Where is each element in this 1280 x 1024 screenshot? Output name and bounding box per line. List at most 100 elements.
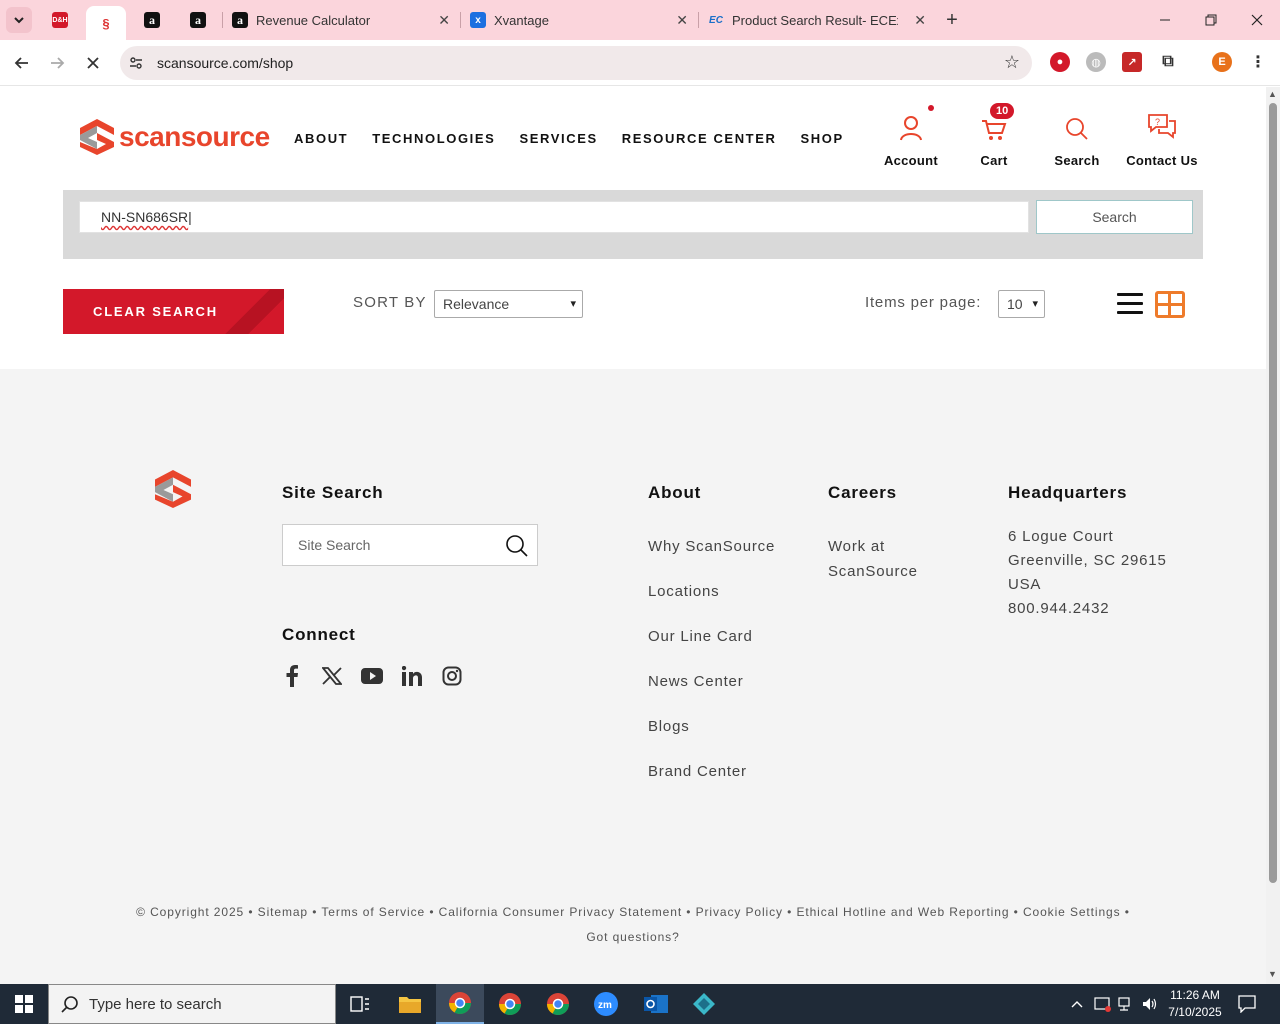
scroll-down-icon[interactable]: ▼ bbox=[1268, 969, 1277, 979]
facebook-icon[interactable] bbox=[281, 665, 303, 687]
connect-heading: Connect bbox=[282, 625, 356, 644]
link-locations[interactable]: Locations bbox=[648, 579, 719, 604]
stop-loading-icon[interactable] bbox=[80, 50, 106, 76]
link-line-card[interactable]: Our Line Card bbox=[648, 624, 753, 649]
svg-text:?: ? bbox=[1155, 117, 1160, 127]
link-blogs[interactable]: Blogs bbox=[648, 714, 690, 739]
chrome-taskbar-icon[interactable] bbox=[436, 984, 484, 1024]
hq-city: Greenville, SC 29615 bbox=[1008, 552, 1167, 569]
pinned-tab-1[interactable]: D&H bbox=[40, 6, 80, 34]
taskbar-clock[interactable]: 11:26 AM 7/10/2025 bbox=[1160, 987, 1230, 1021]
contact-link[interactable]: ? Contact Us bbox=[1122, 105, 1202, 168]
taskbar-search-input[interactable]: Type here to search bbox=[48, 984, 336, 1024]
minimize-icon[interactable] bbox=[1142, 0, 1188, 40]
scroll-up-icon[interactable]: ▲ bbox=[1268, 89, 1277, 99]
hq-country: USA bbox=[1008, 576, 1042, 593]
browser-toolbar: scansource.com/shop ☆ ● ◍ ↗ ⧉ E ⋮ bbox=[0, 40, 1280, 86]
pinned-tab-amazon-2[interactable]: a bbox=[178, 6, 218, 34]
close-icon[interactable]: ✕ bbox=[914, 12, 926, 29]
scansource-favicon-icon: § bbox=[102, 15, 110, 31]
notifications-icon[interactable] bbox=[1238, 984, 1256, 1024]
new-tab-plus-icon[interactable]: + bbox=[940, 8, 964, 32]
linkedin-icon[interactable] bbox=[401, 665, 423, 687]
chrome-profile-3-icon[interactable] bbox=[534, 984, 582, 1024]
cart-link[interactable]: 10 Cart bbox=[972, 103, 1016, 168]
sort-by-select[interactable]: Relevance ▾ bbox=[434, 290, 583, 318]
amazon-favicon-icon: a bbox=[190, 12, 206, 28]
window-close-icon[interactable] bbox=[1234, 0, 1280, 40]
got-questions-link[interactable]: Got questions? bbox=[0, 930, 1266, 944]
extension-red-icon[interactable]: ● bbox=[1050, 52, 1070, 72]
nav-technologies[interactable]: TECHNOLOGIES bbox=[372, 131, 495, 146]
tab-search-button[interactable] bbox=[6, 7, 32, 33]
extension-pdf-icon[interactable]: ↗ bbox=[1122, 52, 1142, 72]
amazon-favicon-icon: a bbox=[232, 12, 248, 28]
nav-services[interactable]: SERVICES bbox=[519, 131, 597, 146]
tray-chevron-up-icon[interactable] bbox=[1070, 984, 1084, 1024]
site-search-heading: Site Search bbox=[282, 483, 384, 502]
bookmark-star-icon[interactable]: ☆ bbox=[1004, 52, 1020, 73]
instagram-icon[interactable] bbox=[441, 665, 463, 687]
list-view-icon[interactable] bbox=[1117, 293, 1145, 317]
items-per-page-value: 10 bbox=[1007, 296, 1023, 312]
search-icon[interactable] bbox=[505, 534, 529, 558]
profile-avatar[interactable]: E bbox=[1212, 52, 1232, 72]
youtube-icon[interactable] bbox=[361, 665, 383, 687]
security-tray-icon[interactable] bbox=[1094, 984, 1112, 1024]
volume-icon[interactable] bbox=[1142, 984, 1158, 1024]
windows-start-icon[interactable] bbox=[0, 984, 48, 1024]
zoom-app-icon[interactable]: zm bbox=[582, 984, 630, 1024]
browser-menu-icon[interactable]: ⋮ bbox=[1248, 52, 1268, 72]
items-per-page-select[interactable]: 10 ▾ bbox=[998, 290, 1045, 318]
product-search-input[interactable]: NN-SN686SR| bbox=[79, 201, 1029, 233]
page-scrollbar[interactable]: ▲ ▼ bbox=[1266, 87, 1280, 984]
forward-arrow-icon[interactable] bbox=[44, 50, 70, 76]
nav-about[interactable]: ABOUT bbox=[294, 131, 348, 146]
app-diamond-icon[interactable] bbox=[680, 984, 728, 1024]
link-brand-center[interactable]: Brand Center bbox=[648, 759, 747, 784]
extension-globe-icon[interactable]: ◍ bbox=[1086, 52, 1106, 72]
tab-xvantage[interactable]: x Xvantage ✕ bbox=[460, 6, 696, 34]
restore-icon[interactable] bbox=[1188, 0, 1234, 40]
scansource-footer-logo-icon[interactable] bbox=[155, 469, 191, 509]
legal-links[interactable]: © Copyright 2025 • Sitemap • Terms of Se… bbox=[0, 905, 1266, 919]
search-link[interactable]: Search bbox=[1050, 105, 1104, 168]
close-icon[interactable]: ✕ bbox=[676, 12, 688, 29]
outlook-app-icon[interactable] bbox=[632, 984, 680, 1024]
task-view-icon[interactable] bbox=[336, 984, 384, 1024]
pinned-tab-amazon-1[interactable]: a bbox=[132, 6, 172, 34]
address-bar[interactable]: scansource.com/shop ☆ bbox=[120, 46, 1032, 80]
scroll-thumb[interactable] bbox=[1269, 103, 1277, 883]
file-explorer-icon[interactable] bbox=[386, 984, 434, 1024]
link-work-at-scansource-text[interactable]: Work at ScanSource bbox=[828, 534, 938, 584]
scansource-logo-icon bbox=[80, 119, 114, 155]
chrome-profile-2-icon[interactable] bbox=[486, 984, 534, 1024]
windows-taskbar: Type here to search zm 11:26 AM 7/10/202… bbox=[0, 984, 1280, 1024]
tab-product-search[interactable]: EC Product Search Result- ECExpress ✕ bbox=[698, 6, 934, 34]
site-search-input[interactable]: Site Search bbox=[282, 524, 538, 566]
nav-shop[interactable]: SHOP bbox=[801, 131, 844, 146]
scansource-logo[interactable]: scansource bbox=[80, 119, 270, 155]
clear-search-button[interactable]: CLEAR SEARCH bbox=[63, 289, 284, 334]
hq-street: 6 Logue Court bbox=[1008, 528, 1114, 545]
nav-resource-center[interactable]: RESOURCE CENTER bbox=[622, 131, 777, 146]
link-news-center[interactable]: News Center bbox=[648, 669, 744, 694]
chevron-down-icon: ▾ bbox=[570, 298, 576, 310]
back-arrow-icon[interactable] bbox=[9, 50, 35, 76]
hq-phone[interactable]: 800.944.2432 bbox=[1008, 596, 1109, 621]
close-icon[interactable]: ✕ bbox=[438, 12, 450, 29]
tab-title: Product Search Result- ECExpress bbox=[732, 12, 898, 28]
tab-title: Revenue Calculator bbox=[256, 12, 371, 28]
site-info-icon[interactable] bbox=[128, 55, 144, 74]
grid-view-icon[interactable] bbox=[1155, 291, 1185, 318]
extensions-puzzle-icon[interactable]: ⧉ bbox=[1158, 52, 1178, 72]
pinned-tab-scansource[interactable]: § bbox=[86, 6, 126, 40]
clock-time: 11:26 AM bbox=[1170, 988, 1220, 1002]
search-button[interactable]: Search bbox=[1036, 200, 1193, 234]
search-band: NN-SN686SR| Search bbox=[63, 190, 1203, 259]
tab-revenue-calculator[interactable]: a Revenue Calculator ✕ bbox=[222, 6, 458, 34]
network-icon[interactable] bbox=[1118, 984, 1136, 1024]
link-why-scansource[interactable]: Why ScanSource bbox=[648, 534, 775, 559]
account-link[interactable]: Account bbox=[880, 105, 942, 168]
x-twitter-icon[interactable] bbox=[321, 665, 343, 687]
